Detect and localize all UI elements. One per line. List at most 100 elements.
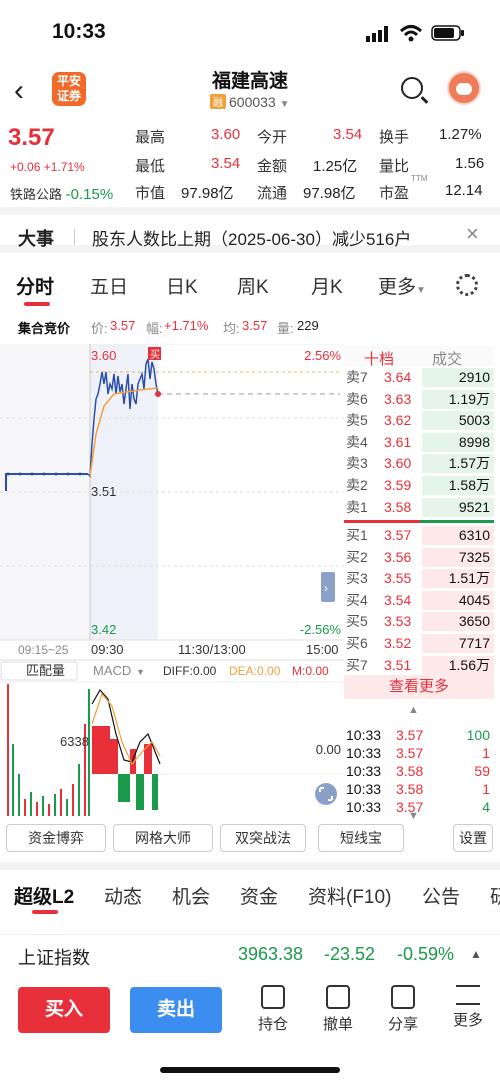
tab-monthly-k[interactable]: 月K bbox=[311, 272, 343, 299]
volratio-label: 量比 bbox=[379, 158, 410, 175]
asks-price: 3.63 bbox=[384, 390, 412, 407]
tick-time: 10:33 bbox=[346, 799, 382, 815]
price-chart-svg[interactable]: 买 3.60 3.51 3.42 2.56% -2.56% 09:15~25 0… bbox=[0, 344, 344, 820]
tick-price: 3.57 bbox=[396, 727, 424, 743]
chevron-up-icon[interactable]: ▲ bbox=[470, 947, 482, 961]
bids-row[interactable]: 买5 3.53 3650 bbox=[344, 612, 494, 632]
bids-row[interactable]: 买6 3.52 7717 bbox=[344, 634, 494, 653]
pct-high-label: 2.56% bbox=[304, 348, 341, 363]
sub-tabs: 超级L2 动态 机会 资金 资料(F10) 公告 研 bbox=[0, 862, 500, 932]
tick-volume: 4 bbox=[482, 799, 490, 815]
cancel-order-button[interactable]: 撤单 bbox=[316, 985, 360, 1034]
buy-button[interactable]: 买入 bbox=[18, 987, 110, 1033]
y-mid-label: 3.51 bbox=[91, 484, 116, 499]
subtab-l2[interactable]: 超级L2 bbox=[14, 882, 74, 909]
subtab-opportunity[interactable]: 机会 bbox=[172, 882, 210, 909]
bids-row[interactable]: 买1 3.57 6310 bbox=[344, 526, 494, 545]
search-icon[interactable] bbox=[401, 77, 423, 99]
bids-volume: 3650 bbox=[458, 613, 490, 630]
sector-info[interactable]: 铁路公路 -0.15% bbox=[10, 184, 113, 203]
event-title: 大事 bbox=[18, 229, 54, 249]
asks-price: 3.61 bbox=[384, 433, 412, 450]
menu-icon bbox=[456, 985, 480, 1005]
view-more-button[interactable]: 查看更多 bbox=[344, 675, 494, 699]
low-value: 3.54 bbox=[211, 155, 241, 172]
stock-name: 福建高速 bbox=[211, 71, 288, 92]
ask-bid-divider-green bbox=[420, 520, 494, 523]
index-ticker[interactable]: 上证指数 3963.38 -23.52 -0.59% ▲ bbox=[0, 934, 500, 974]
book-header-left[interactable]: 十档 bbox=[364, 348, 394, 369]
pe-label: 市盈 bbox=[379, 185, 410, 202]
asks-label: 卖7 bbox=[346, 369, 368, 385]
event-banner[interactable]: 大事 股东人数比上期（2025-06-30）减少516户 × bbox=[0, 207, 500, 253]
index-value: 3963.38 bbox=[238, 944, 304, 964]
asks-volume: 1.57万 bbox=[448, 455, 490, 472]
scroll-down-icon[interactable]: ▼ bbox=[408, 810, 419, 822]
close-icon[interactable]: × bbox=[466, 221, 479, 247]
asks-row[interactable]: 卖4 3.61 8998 bbox=[344, 432, 494, 452]
share-button[interactable]: 分享 bbox=[381, 985, 425, 1034]
x-label-auction: 09:15~25 bbox=[18, 643, 69, 657]
asks-volume: 1.58万 bbox=[448, 477, 490, 493]
gear-icon[interactable] bbox=[456, 274, 478, 296]
stock-code[interactable]: 融 600033 ▼ bbox=[210, 94, 290, 110]
auction-amp-label: 幅: bbox=[146, 321, 163, 336]
asks-volume: 8998 bbox=[458, 433, 490, 450]
mcap-value: 97.98亿 bbox=[181, 185, 234, 202]
tab-5day[interactable]: 五日 bbox=[90, 272, 128, 299]
tool-fund-game[interactable]: 资金博弈 bbox=[6, 824, 106, 852]
intraday-chart[interactable]: 买 3.60 3.51 3.42 2.56% -2.56% 09:15~25 0… bbox=[0, 344, 500, 822]
tick-time: 10:33 bbox=[346, 745, 382, 761]
tool-grid-master[interactable]: 网格大师 bbox=[113, 824, 213, 852]
tab-more[interactable]: 更多▼ bbox=[378, 272, 426, 299]
tool-double-break[interactable]: 双突战法 bbox=[220, 824, 306, 852]
diff-label: DIFF:0.00 bbox=[163, 664, 217, 678]
avatar[interactable] bbox=[447, 71, 481, 105]
subtab-f10[interactable]: 资料(F10) bbox=[308, 882, 391, 909]
bids-row[interactable]: 买2 3.56 7325 bbox=[344, 547, 494, 567]
tab-intraday[interactable]: 分时 bbox=[16, 272, 54, 299]
sell-button[interactable]: 卖出 bbox=[130, 987, 222, 1033]
book-header-right[interactable]: 成交 bbox=[432, 348, 462, 369]
zoom-button[interactable] bbox=[315, 783, 337, 805]
positions-button[interactable]: 持仓 bbox=[251, 985, 295, 1034]
auction-avg: 3.57 bbox=[242, 318, 268, 333]
last-price: 3.57 bbox=[8, 124, 55, 151]
bids-row[interactable]: 买3 3.55 1.51万 bbox=[344, 569, 494, 589]
home-indicator bbox=[160, 1067, 340, 1073]
asks-row[interactable]: 卖1 3.58 9521 bbox=[344, 497, 494, 517]
bids-price: 3.55 bbox=[384, 570, 412, 587]
asks-row[interactable]: 卖5 3.62 5003 bbox=[344, 411, 494, 431]
float-value: 97.98亿 bbox=[303, 185, 356, 202]
asks-row[interactable]: 卖7 3.64 2910 bbox=[344, 368, 494, 387]
tab-daily-k[interactable]: 日K bbox=[166, 272, 198, 299]
trade-tick-row: 10:33 3.58 1 bbox=[344, 780, 494, 798]
bids-row[interactable]: 买7 3.51 1.56万 bbox=[344, 655, 494, 675]
subtab-announcements[interactable]: 公告 bbox=[422, 882, 460, 909]
tick-volume: 100 bbox=[466, 727, 490, 743]
asks-label: 卖2 bbox=[346, 477, 368, 493]
share-icon bbox=[391, 985, 415, 1009]
auction-vol-label: 量: bbox=[277, 321, 294, 336]
quote-panel: 3.57 +0.06 +1.71% 铁路公路 -0.15% 最高 3.60 今开… bbox=[0, 118, 500, 206]
more-button[interactable]: 更多 bbox=[446, 985, 490, 1030]
x-label-midday: 11:30/13:00 bbox=[178, 642, 246, 657]
bids-row[interactable]: 买4 3.54 4045 bbox=[344, 590, 494, 610]
tool-settings[interactable]: 设置 bbox=[453, 824, 493, 852]
auction-avg-label: 均: bbox=[223, 321, 240, 336]
asks-row[interactable]: 卖2 3.59 1.58万 bbox=[344, 476, 494, 495]
bids-price: 3.51 bbox=[384, 656, 412, 673]
asks-label: 卖4 bbox=[346, 433, 368, 450]
amount-value: 1.25亿 bbox=[313, 158, 358, 175]
bids-price: 3.57 bbox=[384, 527, 412, 543]
subtab-funds[interactable]: 资金 bbox=[240, 882, 278, 909]
asks-row[interactable]: 卖3 3.60 1.57万 bbox=[344, 454, 494, 474]
asks-row[interactable]: 卖6 3.63 1.19万 bbox=[344, 389, 494, 409]
chevron-down-icon: ▼ bbox=[136, 667, 145, 677]
subtab-research[interactable]: 研 bbox=[490, 882, 500, 909]
subtab-news[interactable]: 动态 bbox=[104, 882, 142, 909]
tab-weekly-k[interactable]: 周K bbox=[237, 272, 269, 299]
scroll-up-icon[interactable]: ▲ bbox=[408, 704, 419, 716]
turnover-value: 1.27% bbox=[439, 126, 482, 143]
tool-short-line[interactable]: 短线宝 bbox=[318, 824, 404, 852]
